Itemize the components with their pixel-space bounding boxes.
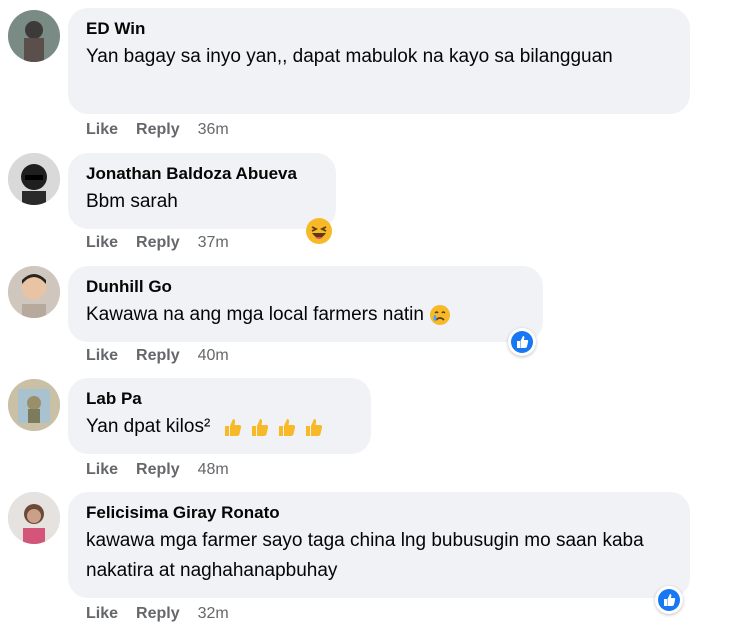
comment-timestamp[interactable]: 36m xyxy=(198,121,229,139)
comment-bubble: Lab Pa Yan dpat kilos² xyxy=(68,378,371,454)
comment-bubble: ED Win Yan bagay sa inyo yan,, dapat mab… xyxy=(68,8,690,114)
comment-author[interactable]: Jonathan Baldoza Abueva xyxy=(86,163,318,185)
crying-face-emoji xyxy=(430,304,451,325)
like-link[interactable]: Like xyxy=(86,347,118,365)
comment-timestamp[interactable]: 40m xyxy=(198,347,229,365)
like-link[interactable]: Like xyxy=(86,121,118,139)
comment-author[interactable]: Dunhill Go xyxy=(86,276,525,298)
comment-author[interactable]: ED Win xyxy=(86,18,672,40)
avatar[interactable] xyxy=(8,153,60,205)
comment-actions: Like Reply 40m xyxy=(86,347,229,365)
like-link[interactable]: Like xyxy=(86,605,118,623)
avatar[interactable] xyxy=(8,266,60,318)
reply-link[interactable]: Reply xyxy=(136,461,180,479)
comment-actions: Like Reply 36m xyxy=(86,121,229,139)
like-link[interactable]: Like xyxy=(86,234,118,252)
comment-author[interactable]: Felicisima Giray Ronato xyxy=(86,502,672,524)
comment-timestamp[interactable]: 48m xyxy=(198,461,229,479)
thumbs-up-emoji xyxy=(222,416,326,437)
reply-link[interactable]: Reply xyxy=(136,121,180,139)
comment-timestamp[interactable]: 32m xyxy=(198,605,229,623)
avatar[interactable] xyxy=(8,379,60,431)
avatar[interactable] xyxy=(8,10,60,62)
like-reaction-icon[interactable] xyxy=(508,328,536,356)
comment-text: kawawa mga farmer sayo taga china lng bu… xyxy=(86,530,644,581)
comment-text: Kawawa na ang mga local farmers natin xyxy=(86,300,525,330)
avatar[interactable] xyxy=(8,492,60,544)
comment-author[interactable]: Lab Pa xyxy=(86,388,353,410)
comment-actions: Like Reply 32m xyxy=(86,605,229,623)
comment-text: Bbm sarah xyxy=(86,191,178,212)
comment-bubble: Felicisima Giray Ronato kawawa mga farme… xyxy=(68,492,690,598)
reply-link[interactable]: Reply xyxy=(136,605,180,623)
comment-text: Yan bagay sa inyo yan,, dapat mabulok na… xyxy=(86,46,613,67)
comment-bubble: Jonathan Baldoza Abueva Bbm sarah xyxy=(68,153,336,229)
reply-link[interactable]: Reply xyxy=(136,347,180,365)
like-reaction-icon[interactable] xyxy=(655,586,683,614)
reply-link[interactable]: Reply xyxy=(136,234,180,252)
comment-timestamp[interactable]: 37m xyxy=(198,234,229,252)
comment-bubble: Dunhill Go Kawawa na ang mga local farme… xyxy=(68,266,543,342)
comment-actions: Like Reply 37m xyxy=(86,234,229,252)
comment-text: Yan dpat kilos² xyxy=(86,412,353,442)
like-link[interactable]: Like xyxy=(86,461,118,479)
haha-reaction-icon[interactable] xyxy=(303,215,335,247)
comment-actions: Like Reply 48m xyxy=(86,461,229,479)
